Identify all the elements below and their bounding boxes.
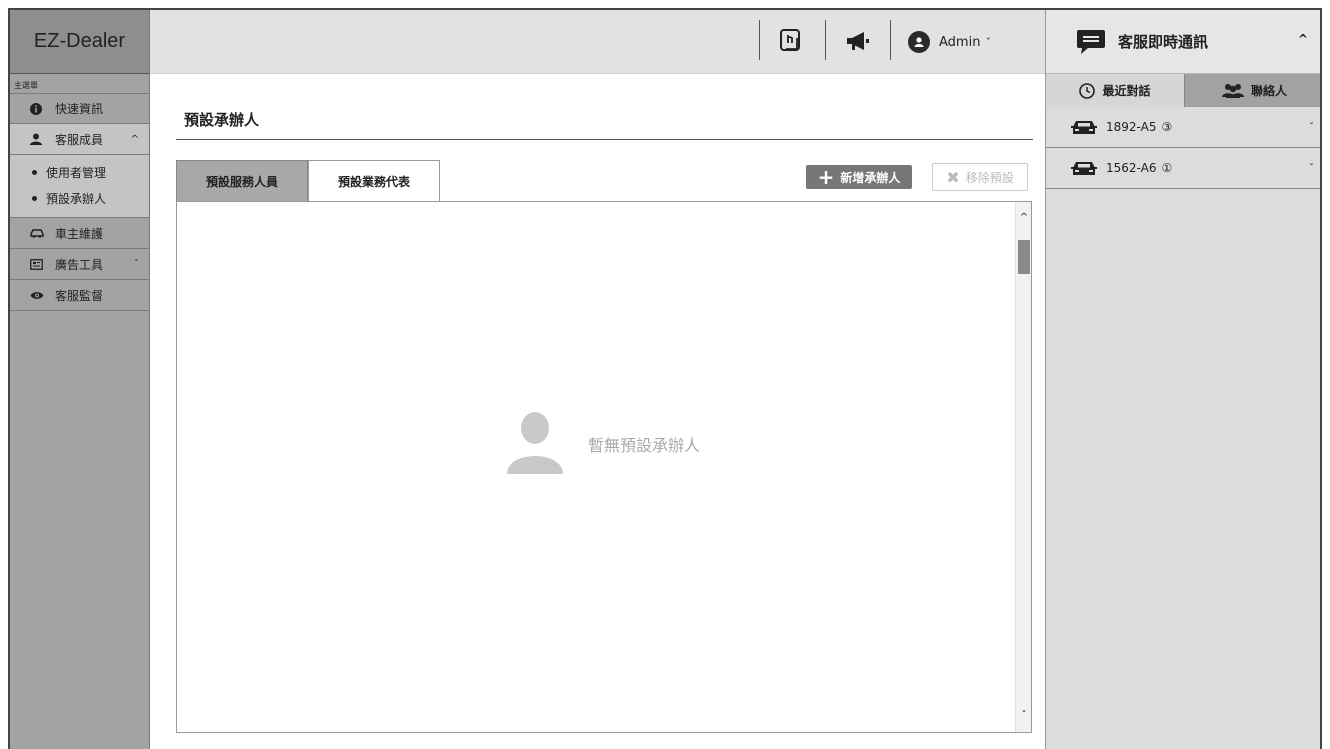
sidebar-subitem-label: 預設承辦人 xyxy=(46,191,107,206)
remove-default-label: 移除預設 xyxy=(965,170,1014,185)
scrollbar-thumb[interactable] xyxy=(1018,240,1030,274)
tab-default-service-staff[interactable]: 預設服務人員 xyxy=(176,160,308,202)
sidebar-subitem-default-handler[interactable]: 預設承辦人 xyxy=(10,185,149,211)
chevron-down-icon[interactable]: ˇ xyxy=(1309,163,1314,174)
chevron-down-icon[interactable]: ˇ xyxy=(1309,122,1314,133)
conversation-plate: 1562-A6 xyxy=(1106,161,1157,175)
sidebar-subitem-user-management[interactable]: 使用者管理 xyxy=(10,159,149,185)
chat-tab-bar: 最近對話 聯絡人 xyxy=(1046,74,1320,107)
bullet-icon xyxy=(32,195,37,201)
tab-default-sales-rep[interactable]: 預設業務代表 xyxy=(308,160,440,202)
page-title: 預設承辦人 xyxy=(184,111,260,129)
add-handler-button[interactable]: + 新增承辦人 xyxy=(806,165,912,189)
person-placeholder-icon xyxy=(507,410,563,478)
user-menu[interactable]: Admin ˇ xyxy=(908,31,991,53)
tab-contacts[interactable]: 聯絡人 xyxy=(1185,74,1320,107)
close-icon: ✖ xyxy=(946,167,960,187)
car-icon xyxy=(1071,119,1097,136)
chevron-up-icon[interactable]: ^ xyxy=(1298,32,1308,46)
scroll-up-arrow[interactable]: ^ xyxy=(1016,208,1032,226)
tab-bar: 預設服務人員 預設業務代表 xyxy=(176,160,440,202)
conversation-plate: 1892-A5 xyxy=(1106,120,1157,134)
add-handler-label: 新增承辦人 xyxy=(840,170,901,185)
info-icon xyxy=(30,102,48,115)
clock-icon xyxy=(1079,82,1096,99)
chat-header[interactable]: 客服即時通訊 ^ xyxy=(1046,10,1320,74)
vertical-scrollbar[interactable]: ^ ˇ xyxy=(1015,202,1031,732)
chevron-down-icon: ˇ xyxy=(134,258,139,270)
sidebar-item-label: 車主維護 xyxy=(55,226,104,241)
main-content: 預設承辦人 預設服務人員 預設業務代表 + 新增承辦人 ✖ 移除預設 暫無預設承… xyxy=(150,75,1045,749)
group-icon xyxy=(1221,83,1244,98)
brand-logo[interactable]: EZ-Dealer xyxy=(10,10,149,74)
chevron-down-icon: ˇ xyxy=(985,35,991,49)
top-bar: Admin ˇ xyxy=(150,10,1045,74)
megaphone-icon[interactable] xyxy=(842,24,876,58)
chat-bubble-icon xyxy=(1076,29,1106,55)
chevron-up-icon: ^ xyxy=(130,133,139,145)
sidebar-submenu: 使用者管理 預設承辦人 xyxy=(10,155,149,218)
conversation-item[interactable]: 1562-A6 ① ˇ xyxy=(1046,148,1320,189)
ad-icon xyxy=(30,258,48,270)
sidebar-item-ad-tools[interactable]: 廣告工具 ˇ xyxy=(10,249,149,280)
car-icon xyxy=(30,228,48,238)
sidebar-item-label: 廣告工具 xyxy=(55,257,104,272)
scroll-down-arrow[interactable]: ˇ xyxy=(1016,706,1032,724)
chat-title: 客服即時通訊 xyxy=(1118,33,1209,51)
divider xyxy=(890,20,891,60)
user-avatar-icon xyxy=(908,31,930,53)
plus-icon: + xyxy=(817,165,835,189)
bullet-icon xyxy=(32,169,37,175)
conversation-item[interactable]: 1892-A5 ③ ˇ xyxy=(1046,107,1320,148)
car-icon xyxy=(1071,160,1097,177)
chat-tab-label: 最近對話 xyxy=(1102,84,1151,98)
sidebar-item-cs-supervision[interactable]: 客服監督 xyxy=(10,280,149,311)
tab-recent-conversations[interactable]: 最近對話 xyxy=(1046,74,1185,107)
handler-list-panel: 暫無預設承辦人 ^ ˇ xyxy=(176,201,1032,733)
sidebar-item-label: 客服成員 xyxy=(55,132,104,147)
unread-count-badge: ① xyxy=(1161,161,1173,175)
menu-caption: 主選單 xyxy=(14,81,38,90)
remove-default-button[interactable]: ✖ 移除預設 xyxy=(932,163,1028,191)
sidebar: EZ-Dealer 主選單 快速資訊 客服成員 ^ 使用者管理 預設承辦人 車主… xyxy=(10,10,150,749)
user-name: Admin xyxy=(939,34,981,50)
app-frame: EZ-Dealer 主選單 快速資訊 客服成員 ^ 使用者管理 預設承辦人 車主… xyxy=(8,8,1322,749)
divider xyxy=(759,20,760,60)
unread-count-badge: ③ xyxy=(1161,120,1173,134)
sidebar-item-quick-info[interactable]: 快速資訊 xyxy=(10,93,149,124)
sidebar-item-label: 快速資訊 xyxy=(55,102,104,116)
sidebar-subitem-label: 使用者管理 xyxy=(46,165,107,180)
chat-panel: 客服即時通訊 ^ 最近對話 聯絡人 1892-A5 ③ ˇ 1562-A6 ① … xyxy=(1045,10,1320,749)
empty-state-text: 暫無預設承辦人 xyxy=(588,436,701,455)
person-icon xyxy=(30,133,48,145)
chat-tab-label: 聯絡人 xyxy=(1250,84,1287,98)
sidebar-item-label: 客服監督 xyxy=(55,288,104,303)
sidebar-item-cs-members[interactable]: 客服成員 ^ xyxy=(10,124,149,155)
touch-icon[interactable] xyxy=(774,24,808,58)
eye-icon xyxy=(30,291,48,300)
sidebar-item-owner-maintenance[interactable]: 車主維護 xyxy=(10,218,149,249)
empty-state: 暫無預設承辦人 xyxy=(507,410,700,478)
divider xyxy=(825,20,826,60)
title-divider xyxy=(176,139,1033,140)
